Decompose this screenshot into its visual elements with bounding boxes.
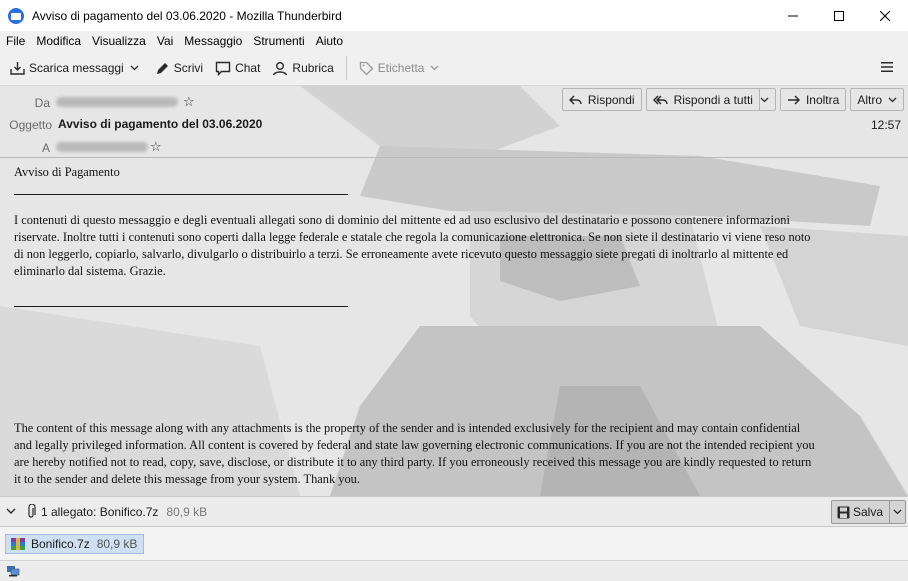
chat-button[interactable]: Chat bbox=[209, 55, 266, 81]
online-status-icon[interactable] bbox=[6, 565, 20, 577]
from-label: Da bbox=[34, 96, 50, 110]
chevron-down-icon bbox=[431, 65, 439, 71]
body-line: it to the sender and delete this message… bbox=[14, 472, 360, 486]
save-dropdown[interactable] bbox=[889, 501, 905, 523]
chevron-down-icon[interactable] bbox=[6, 508, 16, 515]
to-address-redacted[interactable] bbox=[56, 142, 148, 152]
attachment-summary-label: 1 allegato: Bonifico.7z bbox=[41, 504, 159, 519]
chat-bubble-icon bbox=[215, 61, 231, 76]
body-line: I contenuti di questo messaggio e degli … bbox=[14, 213, 790, 227]
forward-button[interactable]: Inoltra bbox=[779, 88, 847, 111]
status-bar bbox=[0, 560, 908, 581]
more-button[interactable]: Altro bbox=[850, 88, 904, 111]
menu-file[interactable]: File bbox=[6, 34, 25, 48]
minimize-icon bbox=[788, 15, 798, 16]
contacts-icon bbox=[273, 61, 288, 75]
window-title: Avviso di pagamento del 03.06.2020 - Moz… bbox=[32, 8, 342, 23]
paperclip-icon bbox=[28, 504, 36, 518]
close-icon bbox=[880, 10, 890, 21]
to-label: A bbox=[41, 141, 50, 155]
star-icon[interactable]: ☆ bbox=[183, 94, 195, 110]
thunderbird-logo-icon bbox=[8, 7, 24, 24]
attachment-filename: Bonifico.7z bbox=[31, 537, 90, 551]
maximize-button[interactable] bbox=[816, 0, 862, 31]
write-button[interactable]: Scrivi bbox=[149, 55, 209, 81]
title-bar: Avviso di pagamento del 03.06.2020 - Moz… bbox=[0, 0, 908, 31]
minimize-button[interactable] bbox=[770, 0, 816, 31]
body-line: and legally privileged information. All … bbox=[14, 438, 815, 452]
chevron-down-icon bbox=[760, 97, 769, 102]
reply-all-arrow-icon bbox=[652, 95, 668, 104]
body-line: are hereby notified not to read, copy, s… bbox=[14, 455, 812, 469]
tag-button[interactable]: Etichetta bbox=[353, 55, 450, 81]
subject-value: Avviso di pagamento del 03.06.2020 bbox=[58, 117, 263, 131]
body-english-paragraph: The content of this message along with a… bbox=[14, 420, 884, 488]
message-time: 12:57 bbox=[870, 118, 901, 132]
body-divider bbox=[14, 306, 348, 307]
menu-view[interactable]: Visualizza bbox=[92, 34, 146, 48]
tag-icon bbox=[359, 61, 374, 75]
address-book-button[interactable]: Rubrica bbox=[266, 55, 339, 81]
chevron-down-icon bbox=[888, 97, 897, 102]
window-controls bbox=[770, 0, 908, 31]
archive-file-icon bbox=[11, 537, 25, 550]
from-address-redacted[interactable] bbox=[56, 97, 178, 107]
body-greeting: Avviso di Pagamento bbox=[14, 165, 120, 179]
star-icon[interactable]: ☆ bbox=[150, 139, 162, 155]
message-actions: Rispondi Rispondi a tutti Inoltra Altro bbox=[558, 88, 904, 111]
main-toolbar: Scarica messaggi Scrivi Chat Rubrica Eti… bbox=[0, 51, 908, 86]
attachment-summary[interactable]: 1 allegato: Bonifico.7z 80,9 kB bbox=[6, 504, 207, 519]
maximize-icon bbox=[834, 10, 844, 21]
get-messages-label: Scarica messaggi bbox=[29, 61, 124, 75]
write-label: Scrivi bbox=[173, 61, 204, 75]
more-label: Altro bbox=[857, 92, 882, 107]
body-line: The content of this message along with a… bbox=[14, 421, 801, 435]
body-line: di non leggerlo, copiarlo, salvarlo, div… bbox=[14, 247, 789, 261]
menu-go[interactable]: Vai bbox=[157, 34, 173, 48]
menu-tools[interactable]: Strumenti bbox=[253, 34, 304, 48]
reply-arrow-icon bbox=[568, 94, 582, 105]
message-pane: Da ☆ Oggetto Avviso di pagamento del 03.… bbox=[0, 86, 908, 496]
address-book-label: Rubrica bbox=[292, 61, 334, 75]
reply-all-dropdown[interactable] bbox=[758, 89, 775, 110]
pencil-icon bbox=[156, 62, 168, 74]
menu-edit[interactable]: Modifica bbox=[36, 34, 81, 48]
attachment-filesize: 80,9 kB bbox=[96, 537, 138, 551]
reply-label: Rispondi bbox=[587, 92, 635, 107]
body-line: eliminarlo dal sistema. Grazie. bbox=[14, 264, 166, 278]
message-header: Da ☆ Oggetto Avviso di pagamento del 03.… bbox=[0, 86, 908, 158]
close-button[interactable] bbox=[862, 0, 908, 31]
reply-button[interactable]: Rispondi bbox=[561, 88, 642, 111]
menu-bar: File Modifica Visualizza Vai Messaggio S… bbox=[0, 31, 908, 51]
body-divider bbox=[14, 194, 348, 195]
download-tray-icon bbox=[10, 61, 25, 75]
forward-label: Inoltra bbox=[805, 92, 840, 107]
body-line: riservate. Inoltre tutti i contenuti son… bbox=[14, 230, 811, 244]
attachment-list: Bonifico.7z 80,9 kB bbox=[0, 527, 908, 560]
attachment-summary-size: 80,9 kB bbox=[166, 504, 208, 519]
tag-label: Etichetta bbox=[377, 61, 425, 75]
forward-arrow-icon bbox=[787, 94, 800, 105]
menu-help[interactable]: Aiuto bbox=[316, 34, 343, 48]
chevron-down-icon bbox=[893, 509, 902, 515]
body-italian-paragraph: I contenuti di questo messaggio e degli … bbox=[14, 212, 884, 280]
get-messages-button[interactable]: Scarica messaggi bbox=[4, 55, 149, 81]
attachment-bar: 1 allegato: Bonifico.7z 80,9 kB Salva bbox=[0, 496, 908, 527]
subject-label: Oggetto bbox=[9, 118, 52, 132]
floppy-disk-icon bbox=[837, 506, 850, 518]
attachment-item[interactable]: Bonifico.7z 80,9 kB bbox=[5, 534, 145, 554]
chevron-down-icon[interactable] bbox=[130, 65, 139, 71]
reply-all-label: Rispondi a tutti bbox=[673, 92, 753, 107]
app-menu-icon[interactable] bbox=[880, 60, 894, 74]
save-attachment-button[interactable]: Salva bbox=[830, 500, 906, 524]
reply-all-button[interactable]: Rispondi a tutti bbox=[645, 88, 776, 111]
save-label: Salva bbox=[852, 505, 883, 519]
toolbar-separator bbox=[345, 56, 347, 80]
chat-label: Chat bbox=[235, 61, 261, 75]
menu-message[interactable]: Messaggio bbox=[184, 34, 242, 48]
